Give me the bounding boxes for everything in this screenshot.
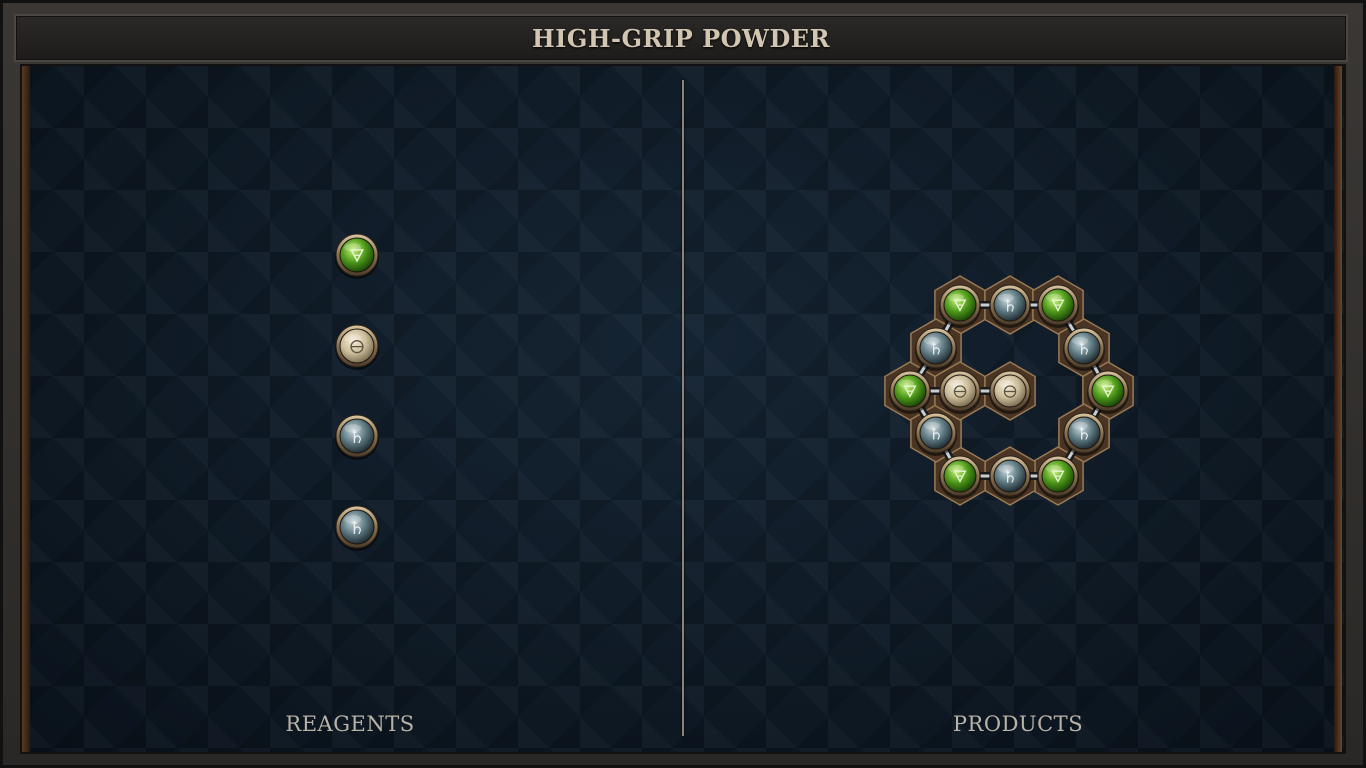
earth-symbol-icon: 🜃 [1101,381,1116,401]
lead-symbol-icon: ♄ [1002,466,1017,486]
product-atom-salt: 🜔 [989,370,1031,414]
salt-symbol-icon: 🜔 [953,381,967,401]
lead-symbol-icon: ♄ [928,423,943,443]
lead-symbol-icon: ♄ [1002,295,1017,315]
reagent-atom-earth: 🜃 [335,233,379,279]
lead-symbol-icon: ♄ [349,427,365,448]
earth-symbol-icon: 🜃 [903,381,918,401]
product-atom-earth: 🜃 [939,455,981,499]
lead-symbol-icon: ♄ [928,338,943,358]
reagents-label: REAGENTS [285,712,415,736]
product-atom-lead: ♄ [1063,412,1105,456]
product-atom-earth: 🜃 [1037,455,1079,499]
reagent-atom-salt: 🜔 [335,324,379,370]
earth-symbol-icon: 🜃 [953,466,968,486]
product-atom-earth: 🜃 [939,284,981,328]
product-atom-salt: 🜔 [939,370,981,414]
reagents-panel: 🜃 🜔 ♄ ♄ [335,233,379,551]
reagent-atom-lead: ♄ [335,414,379,460]
reagent-atom-lead: ♄ [335,505,379,551]
products-label: PRODUCTS [952,712,1084,736]
product-atom-lead: ♄ [1063,327,1105,371]
product-atom-earth: 🜃 [1087,370,1129,414]
lead-symbol-icon: ♄ [1076,338,1091,358]
product-atom-lead: ♄ [915,327,957,371]
product-atom-earth: 🜃 [1037,284,1079,328]
earth-symbol-icon: 🜃 [1051,466,1066,486]
product-atom-lead: ♄ [915,412,957,456]
earth-symbol-icon: 🜃 [349,246,365,267]
earth-symbol-icon: 🜃 [1051,295,1066,315]
lead-symbol-icon: ♄ [1076,423,1091,443]
earth-symbol-icon: 🜃 [953,295,968,315]
product-atom-lead: ♄ [989,284,1031,328]
salt-symbol-icon: 🜔 [350,337,365,358]
products-panel: 🜃 ♄ 🜃 ♄ 🜃 ♄ 🜃 ♄ 🜃 ♄ 🜃 ♄ 🜔 🜔 [884,275,1134,506]
lead-symbol-icon: ♄ [349,518,365,539]
salt-symbol-icon: 🜔 [1003,381,1017,401]
molecule-scene: 🜃 🜔 ♄ ♄ 🜃 ♄ 🜃 ♄ 🜃 ♄ 🜃 ♄ 🜃 ♄ 🜃 ♄ 🜔 🜔 [335,233,1134,551]
product-atom-earth: 🜃 [889,370,931,414]
product-atom-lead: ♄ [989,455,1031,499]
